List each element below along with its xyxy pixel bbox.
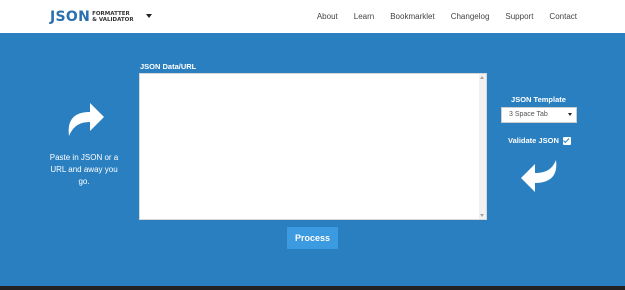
paste-hint-text: Paste in JSON or a URL and away you go. — [49, 153, 119, 186]
logo-dropdown-caret-icon[interactable] — [146, 14, 152, 18]
validate-json-option[interactable]: Validate JSON — [508, 136, 571, 145]
textarea-scrollbar[interactable] — [479, 74, 486, 219]
logo-subtitle: FORMATTER & VALIDATOR — [92, 11, 133, 23]
main-nav: About Learn Bookmarklet Changelog Suppor… — [301, 12, 577, 21]
curved-arrow-left-icon — [521, 160, 557, 192]
json-data-label: JSON Data/URL — [140, 62, 197, 71]
json-template-select[interactable]: 3 Space Tab — [501, 107, 577, 123]
nav-changelog[interactable]: Changelog — [451, 12, 490, 21]
logo[interactable]: JSON FORMATTER & VALIDATOR — [50, 9, 134, 25]
top-header: JSON FORMATTER & VALIDATOR About Learn B… — [0, 0, 625, 33]
json-input-textarea[interactable] — [139, 73, 487, 220]
nav-learn[interactable]: Learn — [354, 12, 374, 21]
scroll-down-arrow-icon[interactable] — [480, 214, 484, 217]
validate-json-checkbox[interactable] — [562, 136, 571, 145]
nav-bookmarklet[interactable]: Bookmarklet — [390, 12, 434, 21]
json-template-label: JSON Template — [511, 95, 566, 104]
nav-contact[interactable]: Contact — [549, 12, 577, 21]
validate-json-label: Validate JSON — [508, 136, 559, 145]
logo-subtitle-line2: & VALIDATOR — [92, 17, 134, 23]
curved-arrow-right-icon — [68, 103, 104, 136]
nav-support[interactable]: Support — [505, 12, 533, 21]
process-button[interactable]: Process — [287, 227, 338, 249]
logo-json-text: JSON — [50, 9, 91, 25]
footer-strip — [0, 286, 625, 290]
nav-about[interactable]: About — [317, 12, 338, 21]
scroll-up-arrow-icon[interactable] — [480, 76, 484, 79]
json-template-selected: 3 Space Tab — [509, 111, 548, 118]
select-caret-icon — [568, 113, 572, 116]
